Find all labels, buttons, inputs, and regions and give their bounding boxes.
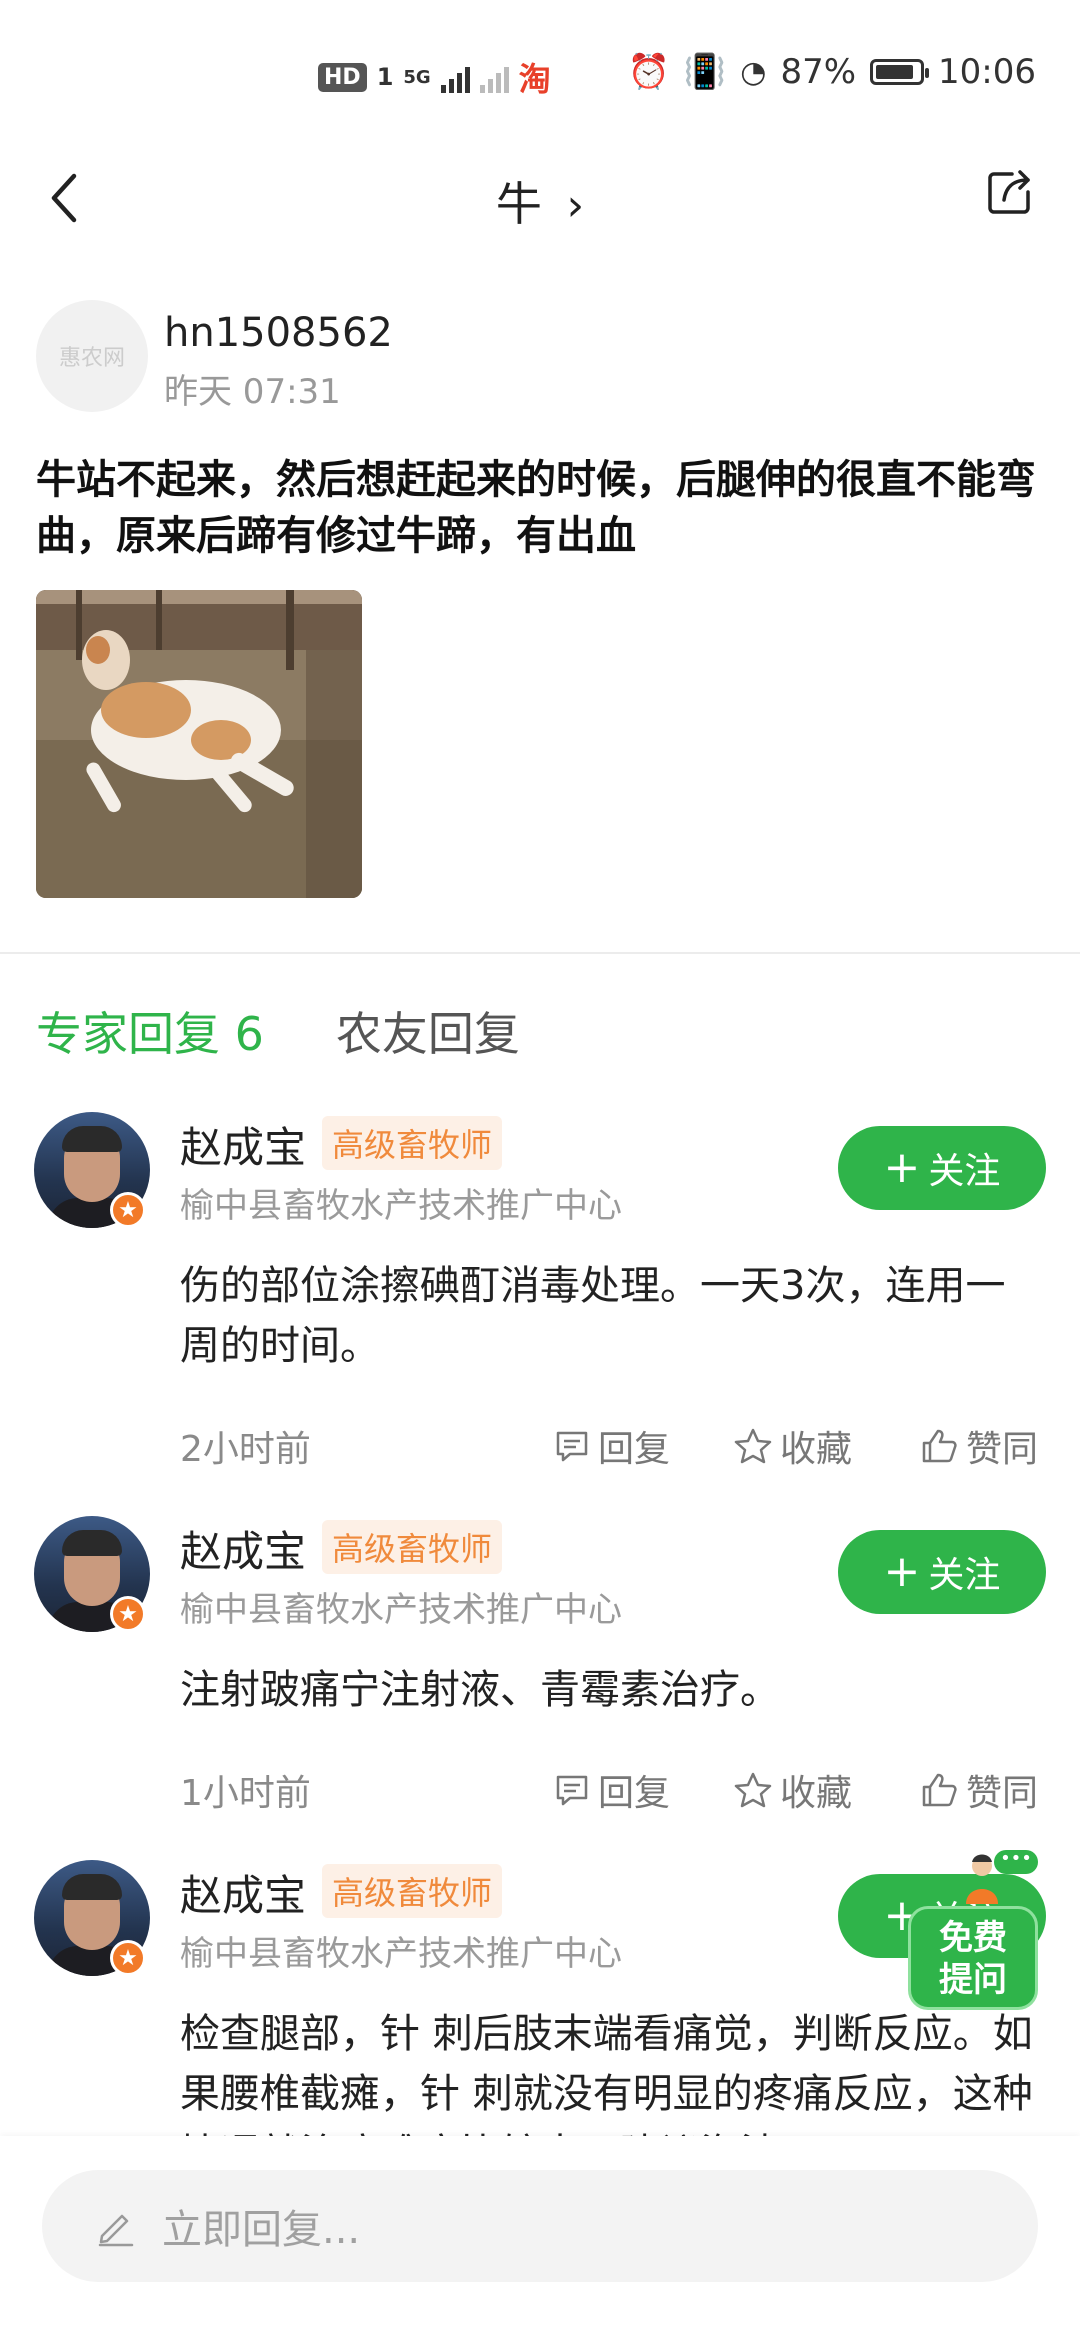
follow-label: 关注 <box>928 1151 1001 1192</box>
favorite-button[interactable]: 收藏 <box>734 1764 852 1816</box>
favorite-label: 收藏 <box>780 1429 853 1470</box>
status-bar: HD 1 5G 淘 ⏰ 📳 ◔ 87% 10:06 <box>0 0 1080 150</box>
post-time: 昨天 07:31 <box>164 372 341 412</box>
expert-title-badge: 高级畜牧师 <box>322 1116 503 1170</box>
section-divider <box>0 952 1080 954</box>
taobao-icon: 淘 <box>518 60 551 98</box>
status-left-icons: HD 1 5G 淘 <box>318 54 551 100</box>
cow-photo-image <box>36 590 362 898</box>
thumbs-up-icon <box>922 1773 957 1807</box>
reply-text: 检查腿部，针 刺后肢末端看痛觉，判断反应。如果腰椎截瘫，针 刺就没有明显的疼痛反… <box>180 2011 1033 2136</box>
signal-icon <box>440 61 470 93</box>
battery-icon <box>870 59 930 85</box>
page-title[interactable]: 牛 › <box>0 168 1080 234</box>
follow-button[interactable]: +关注 <box>838 1530 1046 1614</box>
reply-placeholder: 立即回复... <box>162 2207 361 2253</box>
expert-badge-icon: ★ <box>110 1192 146 1228</box>
expert-name[interactable]: 赵成宝 <box>180 1114 306 1175</box>
top-nav: 牛 › <box>0 150 1080 250</box>
reply-time: 1小时前 <box>180 1773 311 1814</box>
question-text: 牛站不起来，然后想赶起来的时候，后腿伸的很直不能弯曲，原来后蹄有修过牛蹄，有出血 <box>36 457 1036 559</box>
chevron-right-icon: › <box>566 180 585 231</box>
agree-label: 赞同 <box>966 1429 1039 1470</box>
speed-icon: ◔ <box>740 54 767 90</box>
free-ask-button[interactable]: ••• 免费 提问 <box>908 1850 1042 2016</box>
free-ask-label: 免费 提问 <box>908 1906 1038 2010</box>
page-title-text: 牛 <box>495 177 542 231</box>
reply-input[interactable]: 立即回复... <box>42 2170 1038 2282</box>
comment-icon <box>556 1431 588 1462</box>
expert-title-badge: 高级畜牧师 <box>322 1864 503 1918</box>
reply-meta: 2小时前 回复 收藏 赞同 <box>180 1420 1046 1470</box>
comment-icon <box>556 1775 588 1806</box>
expert-name[interactable]: 赵成宝 <box>180 1862 306 1923</box>
bottom-reply-bar: 立即回复... <box>0 2136 1080 2340</box>
reply-time: 2小时前 <box>180 1429 311 1470</box>
pencil-icon <box>98 2214 134 2247</box>
plus-icon: + <box>883 1142 921 1193</box>
clock: 10:06 <box>938 52 1036 92</box>
vibrate-icon: 📳 <box>683 52 727 92</box>
expert-reply: ★ 赵成宝 高级畜牧师 榆中县畜牧水产技术推广中心 + 关注 注射跛痛宁注射液、青… <box>0 1516 1080 1816</box>
expert-name[interactable]: 赵成宝 <box>180 1518 306 1579</box>
agree-label: 赞同 <box>966 1773 1039 1814</box>
thumbs-up-icon <box>922 1429 957 1463</box>
reply-label: 回复 <box>598 1773 671 1814</box>
reply-text: 注射跛痛宁注射液、青霉素治疗。 <box>180 1667 780 1713</box>
agree-button[interactable]: 赞同 <box>920 1420 1038 1472</box>
expert-organization: 榆中县畜牧水产技术推广中心 <box>180 1934 622 1974</box>
reply-text: 伤的部位涂擦碘酊消毒处理。一天3次，连用一周的时间。 <box>180 1263 1006 1369</box>
expert-organization: 榆中县畜牧水产技术推广中心 <box>180 1590 622 1630</box>
reply-button[interactable]: 回复 <box>554 1764 670 1816</box>
reply-tabs: 专家回复 6 农友回复 <box>36 998 520 1068</box>
reply-meta: 1小时前 回复 收藏 赞同 <box>180 1764 1046 1814</box>
plus-icon: + <box>883 1546 921 1597</box>
avatar-placeholder-text: 惠农网 <box>58 346 125 371</box>
expert-badge-icon: ★ <box>110 1940 146 1976</box>
expert-badge-icon: ★ <box>110 1596 146 1632</box>
battery-percent: 87% <box>780 52 857 92</box>
star-icon <box>734 1428 772 1464</box>
share-icon[interactable] <box>982 164 1038 220</box>
follow-button[interactable]: +关注 <box>838 1126 1046 1210</box>
hd-icon: HD <box>318 62 367 92</box>
favorite-label: 收藏 <box>780 1773 853 1814</box>
free-ask-line1: 免费 <box>939 1918 1007 1958</box>
avatar[interactable]: 惠农网 <box>36 300 148 412</box>
signal-off-icon <box>479 61 509 93</box>
question-photo[interactable] <box>36 590 362 898</box>
tab-expert-replies[interactable]: 专家回复 6 <box>36 998 264 1068</box>
alarm-icon: ⏰ <box>627 52 670 92</box>
star-icon <box>734 1772 772 1808</box>
expert-reply: ★ 赵成宝 高级畜牧师 榆中县畜牧水产技术推广中心 + 关注 伤的部位涂擦碘酊消毒… <box>0 1112 1080 1492</box>
reply-label: 回复 <box>598 1429 671 1470</box>
favorite-button[interactable]: 收藏 <box>734 1420 852 1472</box>
chat-bubble-icon: ••• <box>994 1850 1038 1874</box>
status-right-icons: ⏰ 📳 ◔ 87% 10:06 <box>628 52 1036 92</box>
expert-organization: 榆中县畜牧水产技术推广中心 <box>180 1186 622 1226</box>
follow-label: 关注 <box>928 1555 1001 1596</box>
username[interactable]: hn1508562 <box>164 310 393 356</box>
free-ask-line2: 提问 <box>939 1960 1007 2000</box>
agree-button[interactable]: 赞同 <box>920 1764 1038 1816</box>
tab-farmer-replies[interactable]: 农友回复 <box>336 998 520 1068</box>
expert-title-badge: 高级畜牧师 <box>322 1520 503 1574</box>
reply-button[interactable]: 回复 <box>554 1420 670 1472</box>
sim-slot: 1 <box>376 63 394 91</box>
network-type: 5G <box>403 66 431 88</box>
